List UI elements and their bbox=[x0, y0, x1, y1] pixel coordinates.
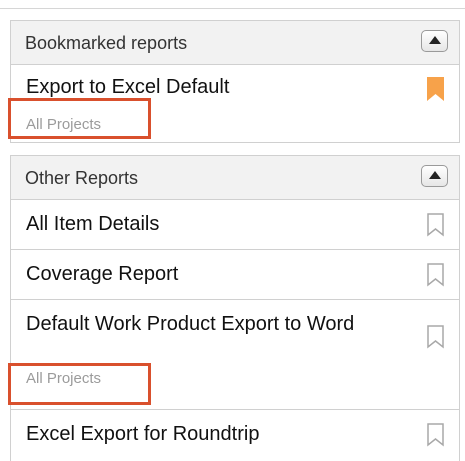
report-title[interactable]: Coverage Report bbox=[26, 262, 396, 286]
bookmark-outline-icon[interactable] bbox=[427, 263, 444, 287]
bookmark-outline-icon[interactable] bbox=[427, 325, 444, 349]
report-title[interactable]: Export to Excel Default bbox=[26, 75, 396, 99]
divider bbox=[0, 8, 465, 9]
report-row-excel-export-for-roundtrip[interactable]: Excel Export for Roundtrip bbox=[11, 410, 459, 461]
panel-title: Other Reports bbox=[25, 168, 139, 188]
report-row-export-to-excel-default[interactable]: Export to Excel Default All Projects bbox=[11, 65, 459, 142]
report-list-view: Bookmarked reports Export to Excel Defau… bbox=[0, 0, 465, 461]
report-row-default-work-product-export-to-word[interactable]: Default Work Product Export to Word All … bbox=[11, 300, 459, 410]
collapse-up-icon bbox=[429, 171, 441, 179]
other-reports-header: Other Reports bbox=[11, 156, 459, 200]
report-scope: All Projects bbox=[26, 116, 102, 133]
report-title[interactable]: All Item Details bbox=[26, 212, 396, 236]
other-reports-panel: Other Reports All Item Details Coverage … bbox=[10, 155, 460, 461]
report-row-coverage-report[interactable]: Coverage Report bbox=[11, 250, 459, 300]
collapse-button[interactable] bbox=[421, 30, 448, 52]
collapse-button[interactable] bbox=[421, 165, 448, 187]
bookmark-outline-icon[interactable] bbox=[427, 213, 444, 237]
bookmarked-reports-header: Bookmarked reports bbox=[11, 21, 459, 65]
report-title[interactable]: Default Work Product Export to Word bbox=[26, 312, 396, 336]
bookmark-outline-icon[interactable] bbox=[427, 423, 444, 447]
report-row-all-item-details[interactable]: All Item Details bbox=[11, 200, 459, 250]
collapse-up-icon bbox=[429, 36, 441, 44]
panel-title: Bookmarked reports bbox=[25, 33, 188, 53]
report-title[interactable]: Excel Export for Roundtrip bbox=[26, 422, 396, 446]
report-scope: All Projects bbox=[26, 370, 102, 387]
bookmark-filled-icon[interactable] bbox=[427, 77, 444, 101]
bookmarked-reports-panel: Bookmarked reports Export to Excel Defau… bbox=[10, 20, 460, 143]
